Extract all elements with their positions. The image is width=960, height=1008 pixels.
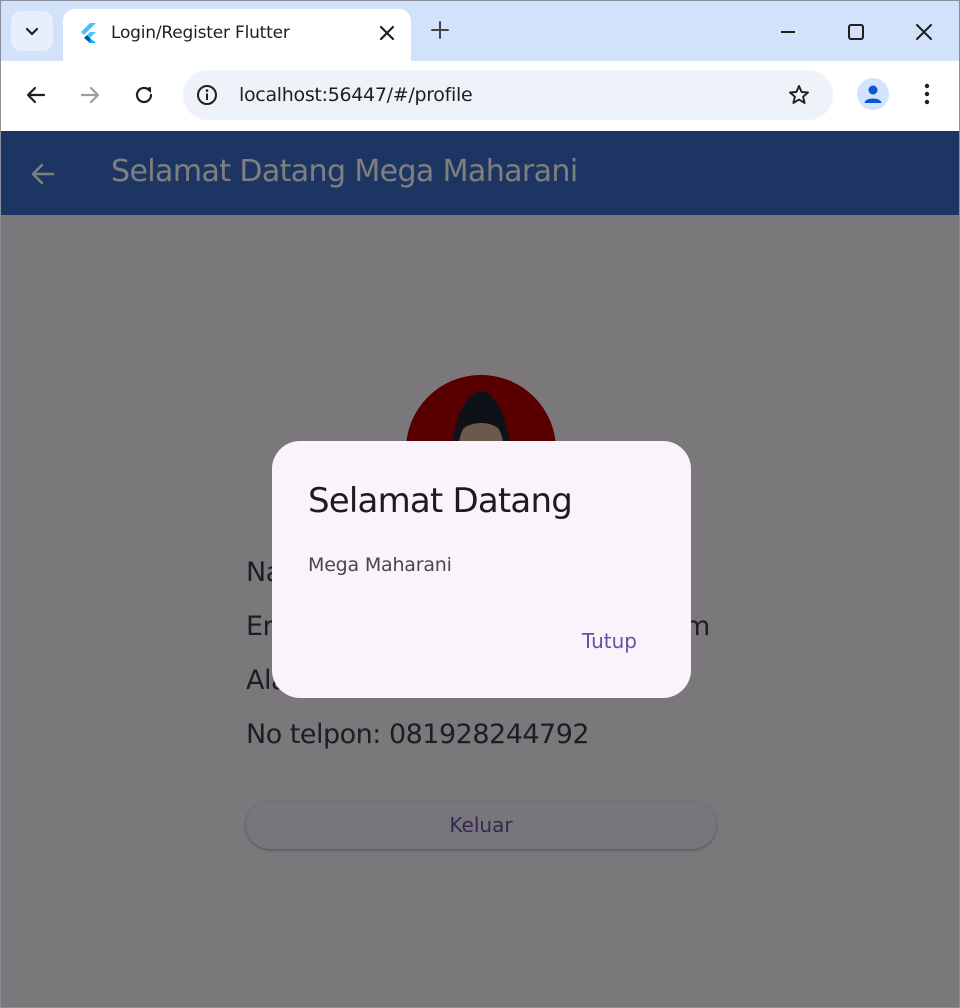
site-info-icon[interactable] [195, 83, 219, 107]
flutter-logo-icon [81, 23, 96, 43]
person-icon [864, 85, 882, 103]
tab-title: Login/Register Flutter [111, 23, 290, 43]
tab-strip: Login/Register Flutter [1, 1, 959, 61]
profile-button[interactable] [857, 78, 889, 110]
bookmark-star-icon[interactable] [787, 83, 811, 107]
browser-toolbar: localhost:56447/#/profile [1, 61, 959, 131]
more-vert-icon[interactable] [915, 82, 939, 106]
minimize-icon[interactable] [777, 21, 799, 43]
tab-search-button[interactable] [11, 11, 53, 51]
url-text[interactable]: localhost:56447/#/profile [239, 84, 473, 106]
forward-arrow-icon[interactable] [78, 83, 102, 107]
flutter-page: Selamat Datang Mega Maharani Na En m Ala… [1, 131, 959, 1007]
close-tab-icon[interactable] [377, 23, 397, 43]
browser-window: Login/Register Flutter localhost:56447/#… [0, 0, 960, 1008]
dialog-title: Selamat Datang [308, 481, 573, 521]
chevron-down-icon [25, 27, 39, 36]
back-arrow-icon[interactable] [24, 83, 48, 107]
maximize-icon[interactable] [845, 21, 867, 43]
close-dialog-button[interactable]: Tutup [582, 629, 637, 653]
close-window-icon[interactable] [913, 21, 935, 43]
address-bar[interactable]: localhost:56447/#/profile [183, 70, 833, 120]
tab-active[interactable]: Login/Register Flutter [63, 9, 411, 61]
reload-icon[interactable] [132, 83, 156, 107]
dialog-content: Mega Maharani [308, 554, 452, 576]
welcome-dialog: Selamat Datang Mega Maharani Tutup [272, 441, 691, 698]
new-tab-icon[interactable] [429, 19, 451, 41]
